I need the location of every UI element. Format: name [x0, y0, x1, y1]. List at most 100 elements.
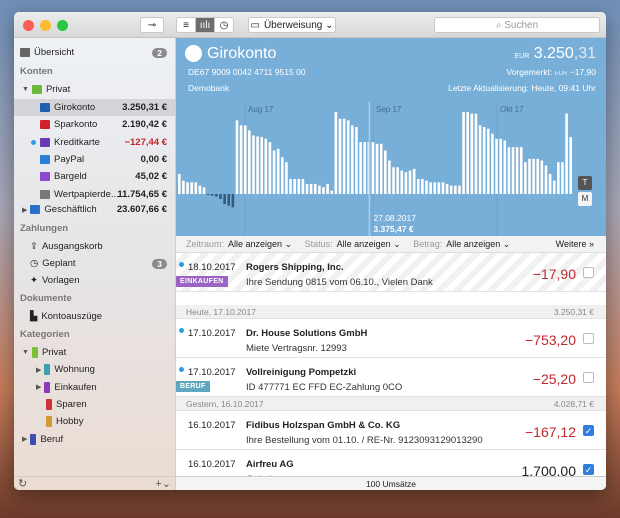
chart-bar[interactable]	[202, 187, 206, 194]
close-button[interactable]	[23, 20, 34, 31]
sidebar-item-account[interactable]: Bargeld 45,02 €	[14, 168, 175, 185]
zoom-button[interactable]	[57, 20, 68, 31]
sidebar-item-overview[interactable]: Übersicht 2	[14, 44, 175, 61]
sidebar-item-category[interactable]: Sparen	[14, 396, 175, 413]
chart-bar[interactable]	[379, 143, 383, 194]
chart-bar[interactable]	[548, 173, 552, 194]
chart-bar[interactable]	[260, 137, 263, 194]
chart-bar[interactable]	[536, 158, 540, 194]
chart-bar[interactable]	[351, 125, 354, 194]
chart-bar[interactable]	[178, 173, 181, 194]
chart-bar[interactable]	[470, 113, 474, 194]
chart-bar[interactable]	[215, 194, 218, 197]
chart-view-icon[interactable]: ıılı	[195, 17, 215, 33]
chart-bar[interactable]	[425, 180, 428, 194]
chart-bar[interactable]	[252, 135, 255, 194]
chart-bar[interactable]	[482, 127, 486, 194]
chart-bar[interactable]	[499, 138, 502, 194]
chart-bar[interactable]	[363, 142, 366, 194]
chart-bar[interactable]	[256, 136, 259, 194]
transaction-row[interactable]: 18.10.2017 EINKAUFEN Rogers Shipping, In…	[176, 253, 606, 292]
chart-bar[interactable]	[305, 183, 309, 194]
chart-bar[interactable]	[511, 147, 515, 194]
chart-bar[interactable]	[223, 194, 226, 205]
chart-bar[interactable]	[445, 183, 449, 194]
chart-bar[interactable]	[301, 178, 305, 194]
chart-bar[interactable]	[346, 120, 350, 194]
checked-checkbox[interactable]	[583, 372, 594, 383]
balance-chart[interactable]: Aug 17 Sep 17 Okt 17 27.08.20173.375,47 €	[176, 96, 606, 236]
chart-bar[interactable]	[289, 178, 292, 194]
clock-view-icon[interactable]: ◷	[214, 17, 234, 33]
chart-bar[interactable]	[532, 158, 535, 194]
sidebar-item-category[interactable]: Hobby	[14, 413, 175, 430]
chart-bar[interactable]	[293, 178, 296, 194]
sidebar-item-scheduled[interactable]: ◷ Geplant 3	[14, 255, 175, 272]
sidebar-item-account[interactable]: Girokonto 3.250,31 €	[14, 99, 175, 116]
disclosure-icon[interactable]: ▼	[22, 349, 29, 356]
chart-bar[interactable]	[515, 147, 519, 194]
chart-bar[interactable]	[264, 138, 268, 194]
chart-bar[interactable]	[561, 162, 564, 194]
transaction-row[interactable]: 16.10.2017 Fidibus Holzspan GmbH & Co. K…	[176, 411, 606, 450]
sidebar-item-category[interactable]: ▼ Privat	[14, 344, 175, 361]
chart-bar[interactable]	[198, 185, 202, 194]
chart-bar[interactable]	[186, 182, 189, 194]
chart-bar[interactable]	[449, 185, 453, 194]
chart-bar[interactable]	[272, 150, 276, 194]
chart-bar[interactable]	[478, 125, 482, 194]
chart-bar[interactable]	[388, 160, 391, 194]
disclosure-icon[interactable]: ▶	[36, 383, 41, 391]
chart-bar[interactable]	[466, 112, 469, 194]
chart-bar[interactable]	[313, 183, 317, 194]
chart-bar[interactable]	[276, 148, 280, 194]
chart-bar[interactable]	[268, 142, 272, 194]
transaction-row[interactable]: 17.10.2017 Dr. House Solutions GmbH Miet…	[176, 319, 606, 358]
chart-bar[interactable]	[495, 138, 498, 194]
chart-bar[interactable]	[231, 194, 235, 208]
transfer-button[interactable]: ▭ Überweisung ⌄	[248, 17, 336, 33]
disclosure-closed-icon[interactable]: ▶	[22, 206, 27, 214]
sidebar-item-account[interactable]: Wertpapierde... 11.754,65 €	[14, 186, 175, 203]
sidebar-item-templates[interactable]: ✦ Vorlagen	[14, 272, 175, 289]
search-input[interactable]: ⌕ Suchen	[434, 17, 600, 33]
chart-bar[interactable]	[194, 182, 198, 194]
chart-bar[interactable]	[462, 112, 465, 194]
chart-bar[interactable]	[219, 194, 222, 200]
chart-bar[interactable]	[540, 160, 544, 194]
chart-bar[interactable]	[359, 142, 362, 194]
filter-amount[interactable]: Alle anzeigen	[446, 239, 500, 249]
chart-bar[interactable]	[524, 162, 527, 194]
chart-bar[interactable]	[338, 118, 342, 194]
chart-bar[interactable]	[297, 178, 301, 194]
sidebar-item-account[interactable]: PayPal 0,00 €	[14, 151, 175, 168]
filter-status[interactable]: Alle anzeigen	[337, 239, 391, 249]
chart-bar[interactable]	[322, 187, 325, 194]
chart-bar[interactable]	[458, 185, 461, 194]
checked-checkbox[interactable]	[583, 267, 594, 278]
chart-bar[interactable]	[416, 178, 420, 194]
chart-bar[interactable]	[334, 112, 338, 194]
chart-bar[interactable]	[474, 113, 478, 194]
sidebar-item-category[interactable]: ▶ Beruf	[14, 431, 175, 448]
chart-bar[interactable]	[309, 183, 313, 194]
sidebar-item-category[interactable]: ▶ Wohnung	[14, 361, 175, 378]
sidebar-item-outbox[interactable]: ⇪ Ausgangskorb	[14, 238, 175, 255]
chart-bar[interactable]	[342, 118, 346, 194]
chart-bar[interactable]	[235, 120, 239, 194]
sidebar-item-category[interactable]: ▶ Einkaufen	[14, 379, 175, 396]
chart-bar[interactable]	[408, 170, 412, 194]
chart-bar[interactable]	[487, 128, 490, 194]
chart-bar[interactable]	[565, 113, 568, 194]
chart-bar[interactable]	[507, 147, 511, 194]
disclosure-open-icon[interactable]: ▼	[22, 86, 29, 93]
checked-checkbox[interactable]: ✓	[583, 464, 594, 475]
chart-bar[interactable]	[182, 180, 185, 194]
disclosure-icon[interactable]: ▶	[22, 435, 27, 443]
chart-bar[interactable]	[243, 125, 247, 194]
chart-bar[interactable]	[544, 165, 548, 194]
chart-bar[interactable]	[392, 167, 395, 194]
list-view-icon[interactable]: ≡	[176, 17, 196, 33]
sidebar-item-privat[interactable]: ▼ Privat	[14, 81, 175, 98]
chart-bar[interactable]	[491, 133, 494, 194]
